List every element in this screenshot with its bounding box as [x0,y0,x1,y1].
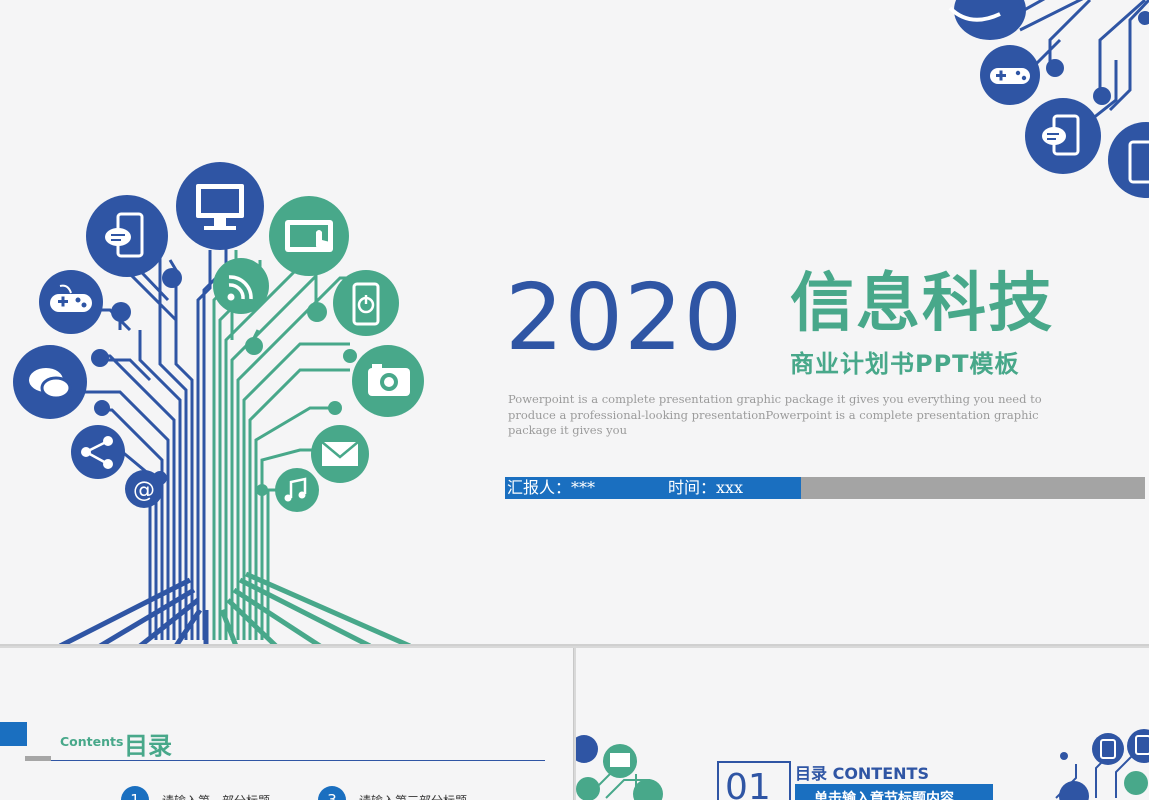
contents-divider [51,760,545,761]
contents-accent-square [0,722,27,746]
contents-item-number: 3 [318,786,346,800]
circuit-tree-illustration: @ [13,162,424,644]
cover-year: 2020 [505,264,744,371]
contents-slide-thumbnail[interactable]: Contents 目录 1 请输入第一部分标题 3 请输入第三部分标题 [0,648,574,800]
touch-tablet-icon [269,196,349,276]
wifi-icon [213,258,269,314]
contents-item: 请输入第一部分标题 [162,792,270,800]
mail-icon [311,425,369,483]
cover-title: 信息科技 [790,267,1054,341]
power-phone-icon [333,270,399,336]
cover-slide[interactable]: @ 2020 信息科技 商业计划书PPT模板 Powerpoint is a c… [0,0,1149,646]
cover-description: Powerpoint is a complete presentation gr… [508,392,1042,437]
svg-text:@: @ [133,478,155,503]
phone-chat-icon [86,195,168,277]
camera-icon [352,345,424,417]
section-title: 目录 CONTENTS [795,764,929,783]
reporter-text: 汇报人：*** [507,478,596,497]
contents-label-en: Contents [60,734,124,749]
music-icon [275,468,319,512]
contents-accent-bar [25,756,51,761]
contents-label-cn: 目录 [124,732,172,760]
contents-item-number: 1 [121,786,149,800]
corner-circuit-decoration [948,0,1149,198]
chat-bubbles-icon [13,345,87,419]
contents-item: 请输入第三部分标题 [359,792,467,800]
cover-subtitle: 商业计划书PPT模板 [790,350,1020,378]
gamepad-icon [39,270,103,334]
time-text: 时间：xxx [668,478,744,497]
at-icon: @ [125,470,163,508]
section-slide-thumbnail[interactable]: 01 目录 CONTENTS 单击输入章节标题内容 [576,648,1149,800]
section-number: 01 [725,767,771,800]
section-subtitle: 单击输入章节标题内容 [814,791,954,800]
info-bar-gray [801,477,1145,499]
monitor-icon [176,162,264,250]
share-icon [71,425,125,479]
